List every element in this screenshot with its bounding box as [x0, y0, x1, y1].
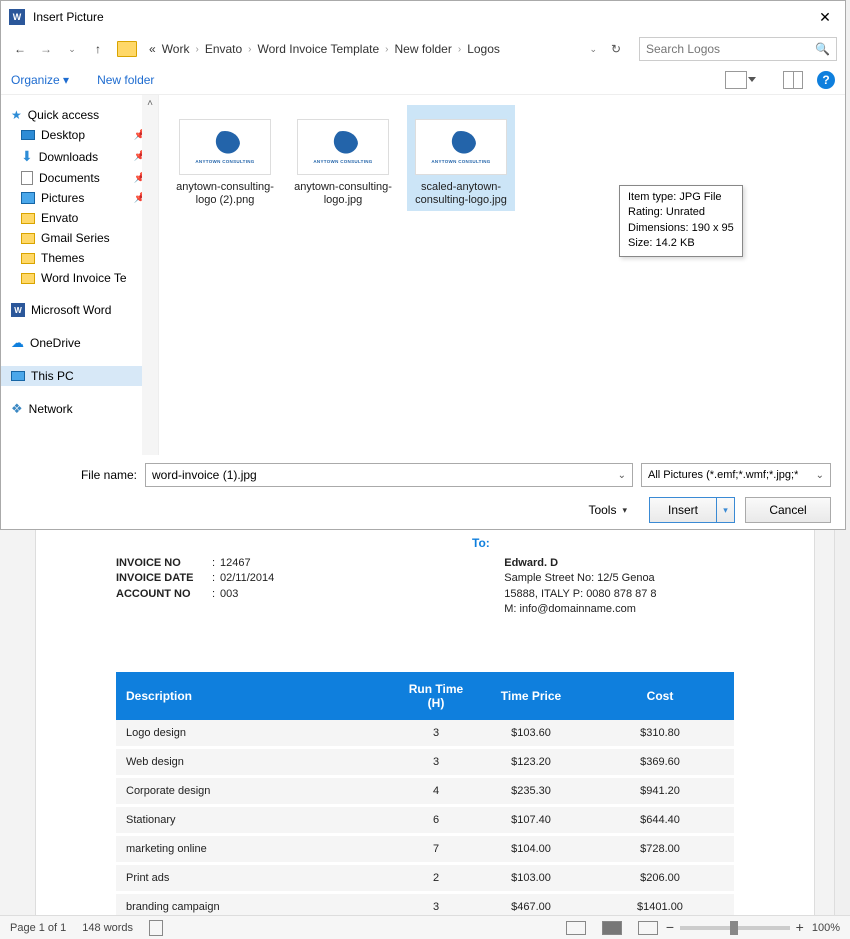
sidebar-desktop[interactable]: Desktop📌	[1, 125, 158, 145]
folder-icon	[117, 41, 137, 57]
search-input[interactable]	[646, 42, 806, 56]
read-mode-icon[interactable]	[566, 921, 586, 935]
page-indicator[interactable]: Page 1 of 1	[10, 922, 66, 934]
breadcrumb[interactable]: « Work› Envato› Word Invoice Template› N…	[145, 40, 581, 58]
file-thumb[interactable]: ANYTOWN CONSULTING anytown-consulting-lo…	[171, 105, 279, 211]
search-box[interactable]: 🔍	[639, 37, 837, 61]
sidebar-thispc[interactable]: This PC	[1, 366, 158, 386]
sidebar-themes[interactable]: Themes	[1, 248, 158, 268]
quick-access[interactable]: ★Quick access	[1, 105, 158, 125]
title-bar: W Insert Picture ✕	[1, 1, 845, 33]
insert-picture-dialog: W Insert Picture ✕ ← → ⌄ ↑ « Work› Envat…	[0, 0, 846, 530]
dialog-title: Insert Picture	[33, 10, 813, 24]
file-tooltip: Item type: JPG File Rating: Unrated Dime…	[619, 185, 743, 257]
navigation-bar: ← → ⌄ ↑ « Work› Envato› Word Invoice Tem…	[1, 33, 845, 65]
refresh-button[interactable]: ↻	[605, 38, 627, 60]
navigation-pane: ★Quick access Desktop📌 ⬇Downloads📌 Docum…	[1, 95, 159, 455]
back-button[interactable]: ←	[9, 38, 31, 60]
filename-combo[interactable]: ⌄	[145, 463, 633, 487]
filetype-dropdown-icon[interactable]: ⌄	[816, 470, 824, 481]
sidebar-envato[interactable]: Envato	[1, 208, 158, 228]
table-row: Logo design3$103.60$310.80	[116, 720, 734, 748]
zoom-slider[interactable]: −+	[680, 926, 790, 930]
up-button[interactable]: ↑	[87, 38, 109, 60]
file-thumb[interactable]: ANYTOWN CONSULTING anytown-consulting-lo…	[289, 105, 397, 211]
table-row: Web design3$123.20$369.60	[116, 747, 734, 776]
spelling-icon[interactable]	[149, 920, 163, 936]
invoice-meta: INVOICE NO:12467 INVOICE DATE:02/11/2014…	[116, 556, 274, 618]
sidebar-downloads[interactable]: ⬇Downloads📌	[1, 145, 158, 168]
table-row: Corporate design4$235.30$941.20	[116, 776, 734, 805]
help-button[interactable]: ?	[817, 71, 835, 89]
filename-input[interactable]	[152, 468, 618, 482]
col-description: Description	[116, 672, 396, 720]
word-count[interactable]: 148 words	[82, 922, 133, 934]
sidebar-onedrive[interactable]: ☁OneDrive	[1, 332, 158, 354]
filetype-combo[interactable]: All Pictures (*.emf;*.wmf;*.jpg;* ⌄	[641, 463, 831, 487]
table-row: Stationary6$107.40$644.40	[116, 805, 734, 834]
sidebar-gmail[interactable]: Gmail Series	[1, 228, 158, 248]
bc-seg[interactable]: Work	[160, 40, 192, 58]
zoom-value[interactable]: 100%	[812, 922, 840, 934]
organize-menu[interactable]: Organize ▾	[11, 73, 69, 87]
close-button[interactable]: ✕	[813, 5, 837, 29]
sidebar-wit[interactable]: Word Invoice Te	[1, 268, 158, 288]
filename-dropdown-icon[interactable]: ⌄	[618, 470, 626, 481]
search-icon: 🔍	[815, 42, 830, 56]
sidebar-network[interactable]: ❖Network	[1, 398, 158, 420]
breadcrumb-dropdown[interactable]: ⌄	[589, 44, 597, 55]
file-thumb-selected[interactable]: ANYTOWN CONSULTING scaled-anytown-consul…	[407, 105, 515, 211]
table-row: Print ads2$103.00$206.00	[116, 863, 734, 892]
recent-dropdown[interactable]: ⌄	[61, 38, 83, 60]
dialog-footer: File name: ⌄ All Pictures (*.emf;*.wmf;*…	[1, 455, 845, 537]
insert-split-icon[interactable]: ▾	[716, 498, 734, 522]
document-page: To: INVOICE NO:12467 INVOICE DATE:02/11/…	[35, 530, 815, 915]
sidebar-msword[interactable]: WMicrosoft Word	[1, 300, 158, 320]
recipient-block: Edward. D Sample Street No: 12/5 Genoa 1…	[504, 556, 656, 618]
col-runtime: Run Time (H)	[396, 672, 476, 720]
filename-label: File name:	[15, 468, 137, 482]
sidebar-documents[interactable]: Documents📌	[1, 168, 158, 188]
bc-seg[interactable]: Envato	[203, 40, 244, 58]
cancel-button[interactable]: Cancel	[745, 497, 831, 523]
web-layout-icon[interactable]	[638, 921, 658, 935]
bc-seg[interactable]: Word Invoice Template	[256, 40, 382, 58]
forward-button[interactable]: →	[35, 38, 57, 60]
col-timeprice: Time Price	[476, 672, 586, 720]
table-row: branding campaign3$467.00$1401.00	[116, 892, 734, 915]
insert-button[interactable]: Insert▾	[649, 497, 735, 523]
sidebar-pictures[interactable]: Pictures📌	[1, 188, 158, 208]
status-bar: Page 1 of 1 148 words −+ 100%	[0, 915, 850, 939]
print-layout-icon[interactable]	[602, 921, 622, 935]
sidebar-scrollbar[interactable]: ˄	[142, 95, 158, 455]
bc-seg[interactable]: New folder	[392, 40, 453, 58]
tools-menu[interactable]: Tools▾	[588, 503, 627, 517]
invoice-table: Description Run Time (H) Time Price Cost…	[116, 672, 734, 915]
preview-pane-button[interactable]	[783, 71, 803, 89]
col-cost: Cost	[586, 672, 734, 720]
new-folder-button[interactable]: New folder	[97, 73, 154, 87]
to-label: To:	[472, 536, 734, 550]
table-row: marketing online7$104.00$728.00	[116, 834, 734, 863]
command-bar: Organize ▾ New folder ?	[1, 65, 845, 95]
view-options-button[interactable]	[725, 71, 747, 89]
bc-seg[interactable]: Logos	[465, 40, 502, 58]
file-list[interactable]: ANYTOWN CONSULTING anytown-consulting-lo…	[159, 95, 845, 455]
word-icon: W	[9, 9, 25, 25]
